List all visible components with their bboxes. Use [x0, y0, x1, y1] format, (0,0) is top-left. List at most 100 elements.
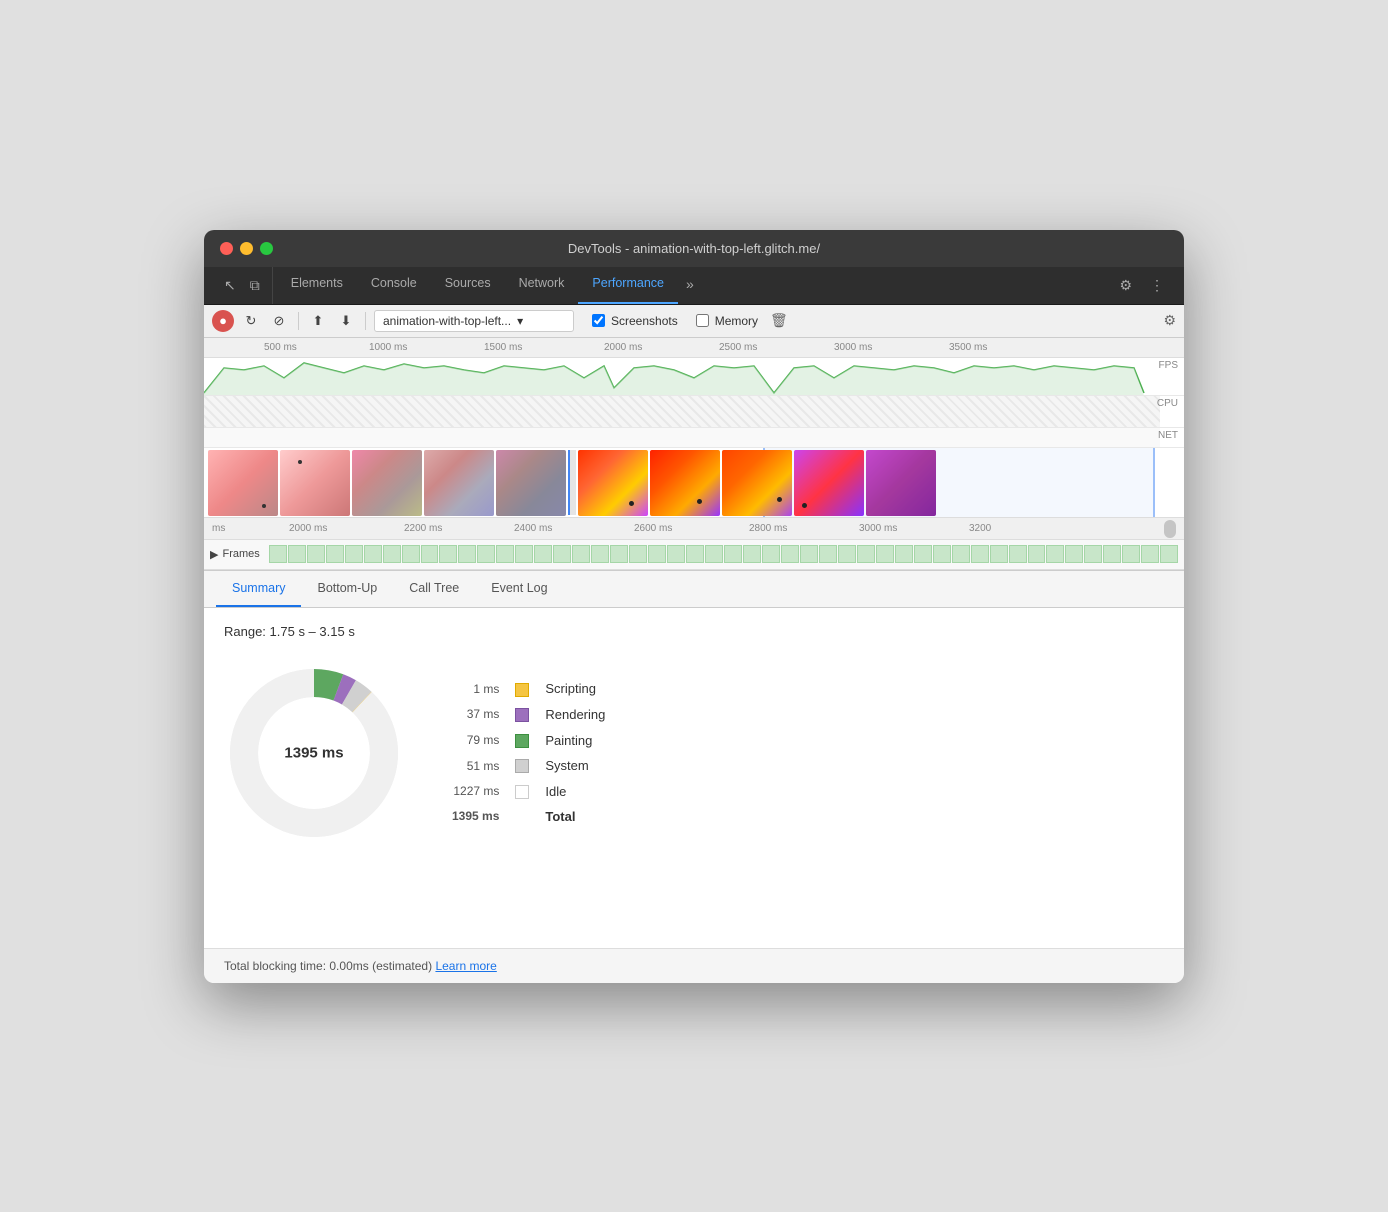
frames-text: Frames	[222, 548, 259, 560]
analysis-content: Range: 1.75 s – 3.15 s	[204, 608, 1184, 948]
record-button[interactable]: ●	[212, 310, 234, 332]
upload-button[interactable]: ⬆	[307, 310, 329, 332]
memory-checkbox-group: Memory	[696, 314, 758, 328]
tab-summary[interactable]: Summary	[216, 571, 301, 607]
frame-block	[667, 545, 685, 563]
frame-block	[895, 545, 913, 563]
frame-block	[1084, 545, 1102, 563]
frame-block	[326, 545, 344, 563]
frame-block	[1160, 545, 1178, 563]
ruler-mark-3500: 3500 ms	[949, 342, 987, 353]
frame-block	[990, 545, 1008, 563]
screenshot-thumb-7	[650, 450, 720, 516]
download-button[interactable]: ⬇	[335, 310, 357, 332]
cursor-icon[interactable]: ↖	[220, 275, 240, 296]
frames-label: ▶ Frames	[210, 548, 260, 561]
frame-block	[307, 545, 325, 563]
frames-triangle-icon[interactable]: ▶	[210, 548, 218, 561]
ruler-bottom-2400: 2400 ms	[514, 523, 552, 534]
url-dropdown-icon: ▾	[517, 314, 523, 328]
frame-block	[572, 545, 590, 563]
devtools-inspect-icons: ↖ ⧉	[212, 267, 273, 304]
screenshot-thumb-8	[722, 450, 792, 516]
frame-block	[496, 545, 514, 563]
fps-row: FPS	[204, 358, 1184, 396]
donut-center-value: 1395 ms	[284, 744, 343, 761]
frames-blocks: // Inline render of frame blocks will be…	[269, 545, 1178, 563]
tab-performance[interactable]: Performance	[578, 267, 678, 304]
frame-block	[838, 545, 856, 563]
url-dropdown[interactable]: animation-with-top-left... ▾	[374, 310, 574, 332]
learn-more-link[interactable]: Learn more	[435, 959, 496, 973]
frame-block	[686, 545, 704, 563]
timeline-bottom-ruler: ms 2000 ms 2200 ms 2400 ms 2600 ms 2800 …	[204, 518, 1184, 540]
frame-block	[819, 545, 837, 563]
frame-block	[591, 545, 609, 563]
ruler-bottom-3000: 3000 ms	[859, 523, 897, 534]
painting-ms: 79 ms	[444, 727, 507, 753]
legend-row-total: 1395 ms Total	[444, 804, 613, 829]
tab-bottom-up[interactable]: Bottom-Up	[301, 571, 393, 607]
frame-block	[705, 545, 723, 563]
performance-toolbar: ● ↻ ⊘ ⬆ ⬇ animation-with-top-left... ▾ S…	[204, 305, 1184, 338]
tab-bar: ↖ ⧉ Elements Console Sources Network Per…	[204, 267, 1184, 305]
ruler-mark-2500: 2500 ms	[719, 342, 757, 353]
settings-icon[interactable]: ⚙	[1115, 275, 1136, 296]
screenshot-thumb-4	[424, 450, 494, 516]
maximize-button[interactable]	[260, 242, 273, 255]
screenshots-checkbox[interactable]	[592, 314, 605, 327]
clear-button[interactable]: ⊘	[268, 310, 290, 332]
total-ms: 1395 ms	[444, 804, 507, 829]
legend-row-scripting: 1 ms Scripting	[444, 676, 613, 702]
frame-block	[269, 545, 287, 563]
memory-label: Memory	[715, 314, 758, 328]
tab-call-tree[interactable]: Call Tree	[393, 571, 475, 607]
frame-block	[1046, 545, 1064, 563]
net-label: NET	[1158, 430, 1178, 441]
frame-block	[914, 545, 932, 563]
trash-icon[interactable]: 🗑	[770, 312, 788, 329]
tab-sources[interactable]: Sources	[431, 267, 505, 304]
memory-checkbox[interactable]	[696, 314, 709, 327]
frame-block	[724, 545, 742, 563]
reload-record-button[interactable]: ↻	[240, 310, 262, 332]
analysis-tabs: Summary Bottom-Up Call Tree Event Log	[204, 571, 1184, 608]
capture-settings-icon[interactable]: ⚙	[1163, 312, 1176, 329]
frame-block	[857, 545, 875, 563]
scripting-label: Scripting	[537, 676, 613, 702]
tab-elements[interactable]: Elements	[277, 267, 357, 304]
frame-block	[383, 545, 401, 563]
frame-block	[629, 545, 647, 563]
tab-network[interactable]: Network	[505, 267, 579, 304]
frame-block	[477, 545, 495, 563]
tab-event-log[interactable]: Event Log	[475, 571, 563, 607]
frame-block	[971, 545, 989, 563]
blocking-time-text: Total blocking time: 0.00ms (estimated)	[224, 959, 432, 973]
summary-body: 1395 ms 1 ms Scripting 37 ms	[224, 663, 1164, 843]
minimize-button[interactable]	[240, 242, 253, 255]
painting-label: Painting	[537, 727, 613, 753]
idle-color-box	[507, 778, 537, 804]
scripting-ms: 1 ms	[444, 676, 507, 702]
tab-console[interactable]: Console	[357, 267, 431, 304]
frame-block	[610, 545, 628, 563]
frame-block	[952, 545, 970, 563]
rendering-label: Rendering	[537, 702, 613, 728]
layers-icon[interactable]: ⧉	[246, 275, 264, 296]
url-text: animation-with-top-left...	[383, 314, 511, 328]
screenshot-thumb-10	[866, 450, 936, 516]
frame-block	[515, 545, 533, 563]
more-options-icon[interactable]: ⋮	[1146, 275, 1168, 296]
legend-table: 1 ms Scripting 37 ms Rendering	[444, 676, 613, 829]
tab-more-icon[interactable]: »	[678, 267, 702, 304]
frames-row: ▶ Frames // Inline render of frame block…	[204, 540, 1184, 570]
ruler-mark-2000: 2000 ms	[604, 342, 642, 353]
frame-block	[648, 545, 666, 563]
close-button[interactable]	[220, 242, 233, 255]
cpu-label: CPU	[1157, 398, 1178, 409]
screenshot-thumb-2	[280, 450, 350, 516]
frame-block	[933, 545, 951, 563]
rendering-color-box	[507, 702, 537, 728]
ruler-mark-500: 500 ms	[264, 342, 297, 353]
system-label: System	[537, 753, 613, 779]
